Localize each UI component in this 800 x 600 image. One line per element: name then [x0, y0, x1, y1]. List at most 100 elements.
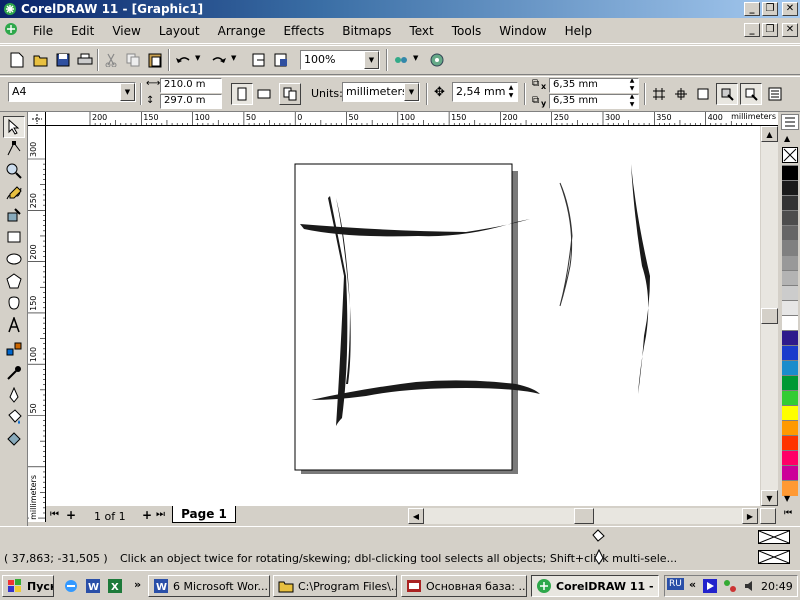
color-swatch[interactable]	[782, 240, 798, 256]
nudge-spinner[interactable]: ▲ ▼	[505, 83, 517, 101]
color-swatch[interactable]	[782, 450, 798, 466]
vertical-scroll-thumb[interactable]	[761, 308, 778, 324]
shape-tool-icon[interactable]	[3, 138, 25, 160]
color-swatch[interactable]	[782, 210, 798, 226]
color-swatch[interactable]	[782, 180, 798, 196]
task-explorer[interactable]: C:\Program Files\...	[273, 575, 397, 597]
menu-tools[interactable]: Tools	[443, 24, 491, 38]
paste-icon[interactable]	[144, 49, 166, 71]
network-icon[interactable]	[721, 576, 739, 596]
undo-dropdown-icon[interactable]: ▼	[195, 54, 200, 62]
document-icon[interactable]	[4, 22, 22, 40]
minimize-button[interactable]: _	[744, 2, 760, 16]
last-page-icon[interactable]: ⏭	[156, 509, 165, 520]
chevron-down-icon[interactable]: ▼	[364, 51, 379, 69]
freehand-tool-icon[interactable]	[3, 182, 25, 204]
text-tool-icon[interactable]	[3, 314, 25, 336]
chevron-down-icon[interactable]: ▼	[120, 83, 135, 101]
menu-arrange[interactable]: Arrange	[209, 24, 275, 38]
color-swatch[interactable]	[782, 300, 798, 316]
copy-icon[interactable]	[122, 49, 144, 71]
open-icon[interactable]	[30, 49, 52, 71]
task-word[interactable]: W 6 Microsoft Wor... ▼	[148, 575, 270, 597]
thick-curve[interactable]	[631, 164, 650, 394]
no-color-swatch[interactable]	[782, 147, 798, 163]
duplicate-y-spinner[interactable]: ▲ ▼	[626, 95, 638, 108]
vertical-scrollbar[interactable]: ▲ ▼	[760, 126, 778, 506]
print-icon[interactable]	[74, 49, 96, 71]
horizontal-ruler[interactable]: 200 150 100 50 0 50 100 150 200 250 300 350 400 mill…	[46, 112, 778, 126]
color-swatch[interactable]	[782, 315, 798, 331]
cut-icon[interactable]	[100, 49, 122, 71]
pick-tool-icon[interactable]	[3, 116, 25, 138]
options-icon[interactable]	[764, 83, 786, 105]
palette-flyout-icon[interactable]	[781, 114, 799, 130]
smart-fill-tool-icon[interactable]	[3, 204, 25, 226]
menu-effects[interactable]: Effects	[274, 24, 333, 38]
paper-type-select[interactable]: A4 ▼	[8, 82, 136, 102]
scroll-left-icon[interactable]: ◀	[408, 508, 424, 524]
close-button[interactable]: ✕	[782, 2, 798, 16]
redo-icon[interactable]	[208, 49, 230, 71]
task-database[interactable]: Основная база: ...	[401, 575, 527, 597]
rectangle-tool-icon[interactable]	[3, 226, 25, 248]
palette-scroll-down-icon[interactable]: ▼	[784, 494, 790, 503]
horizontal-scrollbar[interactable]: ◀ ▶	[408, 508, 758, 524]
new-icon[interactable]	[6, 49, 28, 71]
color-swatch[interactable]	[782, 390, 798, 406]
scroll-down-icon[interactable]: ▼	[761, 490, 778, 506]
vertical-ruler[interactable]: 300 250 200 150 100 50 millimeters	[28, 126, 46, 522]
fill-tool-icon[interactable]	[3, 406, 25, 428]
treat-as-filled-icon[interactable]	[716, 83, 738, 105]
color-swatch[interactable]	[782, 375, 798, 391]
page-width-field[interactable]: 210.0 m	[160, 78, 222, 93]
interactive-fill-tool-icon[interactable]	[3, 428, 25, 450]
menu-layout[interactable]: Layout	[150, 24, 209, 38]
palette-expand-icon[interactable]: ⏮	[784, 508, 792, 518]
doc-restore-button[interactable]: ❐	[762, 23, 778, 37]
task-coreldraw[interactable]: CorelDRAW 11 - ...	[531, 575, 659, 597]
interactive-blend-tool-icon[interactable]	[3, 338, 25, 360]
first-page-icon[interactable]: ⏮	[50, 509, 59, 520]
media-player-icon[interactable]	[701, 576, 719, 596]
tray-expand-icon[interactable]: «	[689, 578, 696, 591]
color-swatch[interactable]	[782, 165, 798, 181]
snap-to-grid-icon[interactable]	[648, 83, 670, 105]
internet-explorer-icon[interactable]	[60, 575, 82, 597]
volume-icon[interactable]	[741, 576, 759, 596]
scroll-right-icon[interactable]: ▶	[742, 508, 758, 524]
ellipse-tool-icon[interactable]	[3, 248, 25, 270]
application-launcher-icon[interactable]	[390, 49, 412, 71]
launcher-dropdown-icon[interactable]: ▼	[413, 54, 418, 62]
color-swatch[interactable]	[782, 270, 798, 286]
eyedropper-tool-icon[interactable]	[3, 362, 25, 384]
outline-tool-icon[interactable]	[3, 384, 25, 406]
excel-quicklaunch-icon[interactable]: X	[104, 575, 126, 597]
page-height-field[interactable]: 297.0 m	[160, 94, 222, 109]
scroll-up-icon[interactable]: ▲	[761, 126, 778, 142]
color-swatch[interactable]	[782, 330, 798, 346]
menu-help[interactable]: Help	[556, 24, 601, 38]
add-page-after-icon[interactable]: +	[142, 508, 152, 522]
ruler-origin[interactable]	[28, 112, 46, 126]
color-swatch[interactable]	[782, 225, 798, 241]
duplicate-x-field[interactable]: 6,35 mm ▲ ▼	[549, 78, 639, 93]
color-swatch[interactable]	[782, 405, 798, 421]
word-quicklaunch-icon[interactable]: W	[82, 575, 104, 597]
quicklaunch-more-icon[interactable]: »	[134, 578, 141, 591]
basic-shapes-tool-icon[interactable]	[3, 292, 25, 314]
color-swatch[interactable]	[782, 255, 798, 271]
menu-edit[interactable]: Edit	[62, 24, 103, 38]
color-swatch[interactable]	[782, 465, 798, 481]
drawing-canvas[interactable]	[46, 126, 778, 506]
snap-to-guidelines-icon[interactable]	[670, 83, 692, 105]
add-page-before-icon[interactable]: +	[66, 508, 76, 522]
import-icon[interactable]	[248, 49, 270, 71]
draw-object-when-selected-icon[interactable]	[740, 83, 762, 105]
menu-text[interactable]: Text	[400, 24, 442, 38]
doc-minimize-button[interactable]: _	[744, 23, 760, 37]
language-indicator[interactable]: RU	[667, 578, 684, 590]
restore-button[interactable]: ❐	[762, 2, 778, 16]
zoom-level-select[interactable]: 100% ▼	[300, 50, 380, 70]
palette-scroll-up-icon[interactable]: ▲	[784, 134, 790, 143]
